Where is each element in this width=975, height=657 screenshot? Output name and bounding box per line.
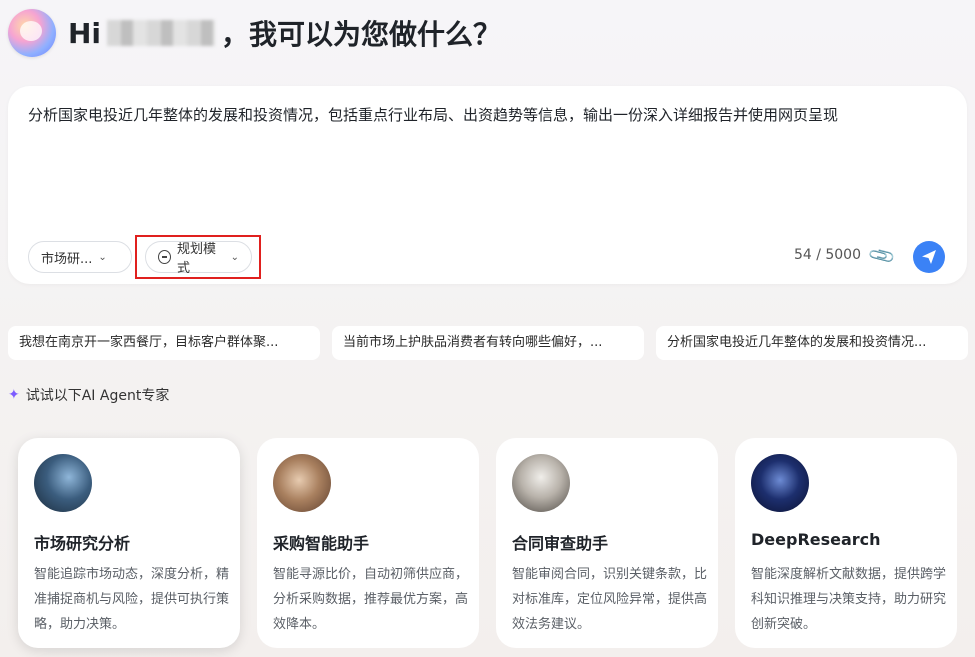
agents-section-label: ✦ 试试以下AI Agent专家 xyxy=(8,385,169,405)
greeting-text: Hi ，我可以为您做什么？ xyxy=(68,13,501,53)
agent-title: 合同审查助手 xyxy=(512,534,609,553)
prompt-input-card[interactable]: 分析国家电投近几年整体的发展和投资情况，包括重点行业布局、出资趋势等信息，输出一… xyxy=(8,86,967,284)
agent-description: 智能追踪市场动态，深度分析，精准捕捉商机与风险，提供可执行策略，助力决策。 xyxy=(34,567,230,632)
attachment-icon[interactable]: 📎 xyxy=(867,241,897,271)
agent-avatar xyxy=(34,454,92,512)
agent-title: 采购智能助手 xyxy=(273,534,370,553)
agent-card-deep-research[interactable]: DeepResearch 智能深度解析文献数据，提供跨学科知识推理与决策支持，助… xyxy=(735,438,957,648)
suggestion-item[interactable]: 分析国家电投近几年整体的发展和投资情况... xyxy=(656,326,968,360)
agent-card-market-research[interactable]: 市场研究分析 智能追踪市场动态，深度分析，精准捕捉商机与风险，提供可执行策略，助… xyxy=(18,438,240,648)
agents-label-text: 试试以下AI Agent专家 xyxy=(25,388,170,404)
char-counter: 54 / 5000 xyxy=(793,247,861,263)
agent-title: DeepResearch xyxy=(751,530,881,549)
greeting-suffix: ，我可以为您做什么？ xyxy=(221,18,502,51)
market-research-selector[interactable]: 市场研... ⌄ xyxy=(28,241,132,273)
agent-avatar xyxy=(751,454,809,512)
suggestion-item[interactable]: 我想在南京开一家西餐厅，目标客户群体聚... xyxy=(8,326,320,360)
blurred-username xyxy=(107,20,216,46)
send-button[interactable] xyxy=(913,241,945,273)
prompt-input[interactable]: 分析国家电投近几年整体的发展和投资情况，包括重点行业布局、出资趋势等信息，输出一… xyxy=(28,104,838,126)
greeting-prefix: Hi xyxy=(68,16,102,50)
assistant-logo-icon xyxy=(8,9,56,57)
agent-card-procurement[interactable]: 采购智能助手 智能寻源比价，自动初筛供应商，分析采购数据，推荐最优方案，高效降本… xyxy=(257,438,479,648)
chevron-down-icon: ⌄ xyxy=(98,251,107,263)
greeting-header: Hi ，我可以为您做什么？ xyxy=(8,8,501,58)
suggestion-item[interactable]: 当前市场上护肤品消费者有转向哪些偏好，... xyxy=(332,326,644,360)
highlight-box xyxy=(135,235,261,279)
agent-title: 市场研究分析 xyxy=(34,534,131,553)
sparkle-icon: ✦ xyxy=(8,387,20,403)
agent-description: 智能审阅合同，识别关键条款，比对标准库，定位风险异常，提供高效法务建议。 xyxy=(512,567,708,632)
agent-description: 智能寻源比价，自动初筛供应商，分析采购数据，推荐最优方案，高效降本。 xyxy=(273,567,469,632)
market-research-label: 市场研... xyxy=(41,251,93,267)
agent-avatar xyxy=(512,454,570,512)
agent-card-contract-review[interactable]: 合同审查助手 智能审阅合同，识别关键条款，比对标准库，定位风险异常，提供高效法务… xyxy=(496,438,718,648)
agent-description: 智能深度解析文献数据，提供跨学科知识推理与决策支持，助力研究创新突破。 xyxy=(751,567,947,632)
agent-avatar xyxy=(273,454,331,512)
send-icon xyxy=(922,250,936,264)
